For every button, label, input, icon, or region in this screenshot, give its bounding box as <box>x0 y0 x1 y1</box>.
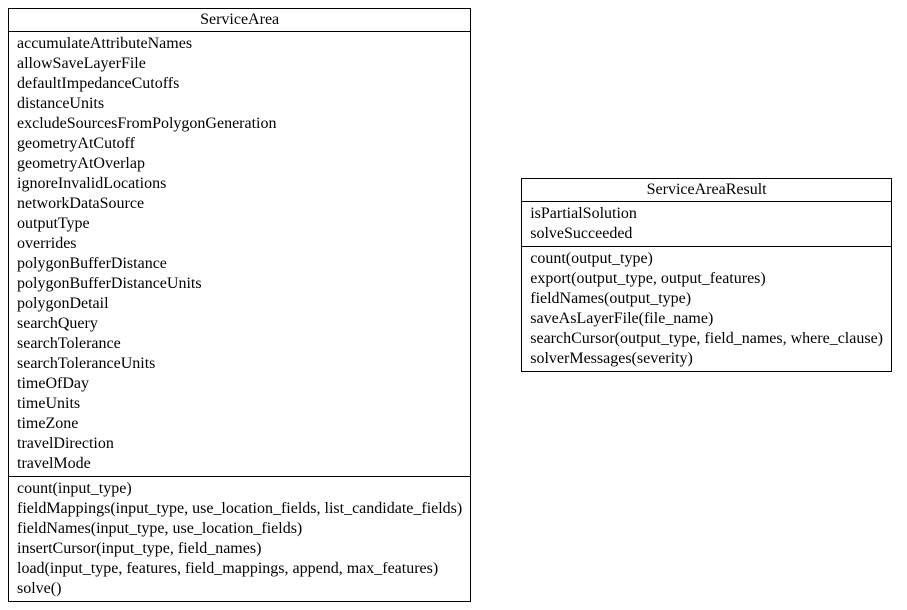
method-row: count(output_type) <box>530 249 883 269</box>
attribute-row: geometryAtCutoff <box>17 134 462 154</box>
attribute-row: defaultImpedanceCutoffs <box>17 74 462 94</box>
attribute-row: isPartialSolution <box>530 204 883 224</box>
attribute-row: solveSucceeded <box>530 224 883 244</box>
method-row: count(input_type) <box>17 479 462 499</box>
methods-section: count(output_type)export(output_type, ou… <box>522 247 891 371</box>
method-row: fieldMappings(input_type, use_location_f… <box>17 499 462 519</box>
method-row: insertCursor(input_type, field_names) <box>17 539 462 559</box>
method-row: fieldNames(output_type) <box>530 289 883 309</box>
attribute-row: timeOfDay <box>17 374 462 394</box>
attributes-section: isPartialSolutionsolveSucceeded <box>522 202 891 247</box>
attribute-row: allowSaveLayerFile <box>17 54 462 74</box>
method-row: solverMessages(severity) <box>530 349 883 369</box>
method-row: load(input_type, features, field_mapping… <box>17 559 462 579</box>
attribute-row: travelDirection <box>17 434 462 454</box>
method-row: export(output_type, output_features) <box>530 269 883 289</box>
class-title: ServiceAreaResult <box>522 179 891 202</box>
attribute-row: excludeSourcesFromPolygonGeneration <box>17 114 462 134</box>
class-title: ServiceArea <box>9 9 470 32</box>
attribute-row: timeZone <box>17 414 462 434</box>
attribute-row: ignoreInvalidLocations <box>17 174 462 194</box>
attribute-row: accumulateAttributeNames <box>17 34 462 54</box>
attribute-row: searchTolerance <box>17 334 462 354</box>
attribute-row: travelMode <box>17 454 462 474</box>
attribute-row: polygonBufferDistance <box>17 254 462 274</box>
attribute-row: distanceUnits <box>17 94 462 114</box>
attribute-row: searchQuery <box>17 314 462 334</box>
attribute-row: networkDataSource <box>17 194 462 214</box>
attribute-row: searchToleranceUnits <box>17 354 462 374</box>
class-box-service-area-result: ServiceAreaResult isPartialSolutionsolve… <box>521 178 892 372</box>
method-row: searchCursor(output_type, field_names, w… <box>530 329 883 349</box>
method-row: fieldNames(input_type, use_location_fiel… <box>17 519 462 539</box>
attribute-row: timeUnits <box>17 394 462 414</box>
method-row: solve() <box>17 579 462 599</box>
attribute-row: outputType <box>17 214 462 234</box>
attribute-row: polygonDetail <box>17 294 462 314</box>
class-box-service-area: ServiceArea accumulateAttributeNamesallo… <box>8 8 471 602</box>
attributes-section: accumulateAttributeNamesallowSaveLayerFi… <box>9 32 470 477</box>
attribute-row: polygonBufferDistanceUnits <box>17 274 462 294</box>
attribute-row: geometryAtOverlap <box>17 154 462 174</box>
method-row: saveAsLayerFile(file_name) <box>530 309 883 329</box>
attribute-row: overrides <box>17 234 462 254</box>
methods-section: count(input_type)fieldMappings(input_typ… <box>9 477 470 601</box>
